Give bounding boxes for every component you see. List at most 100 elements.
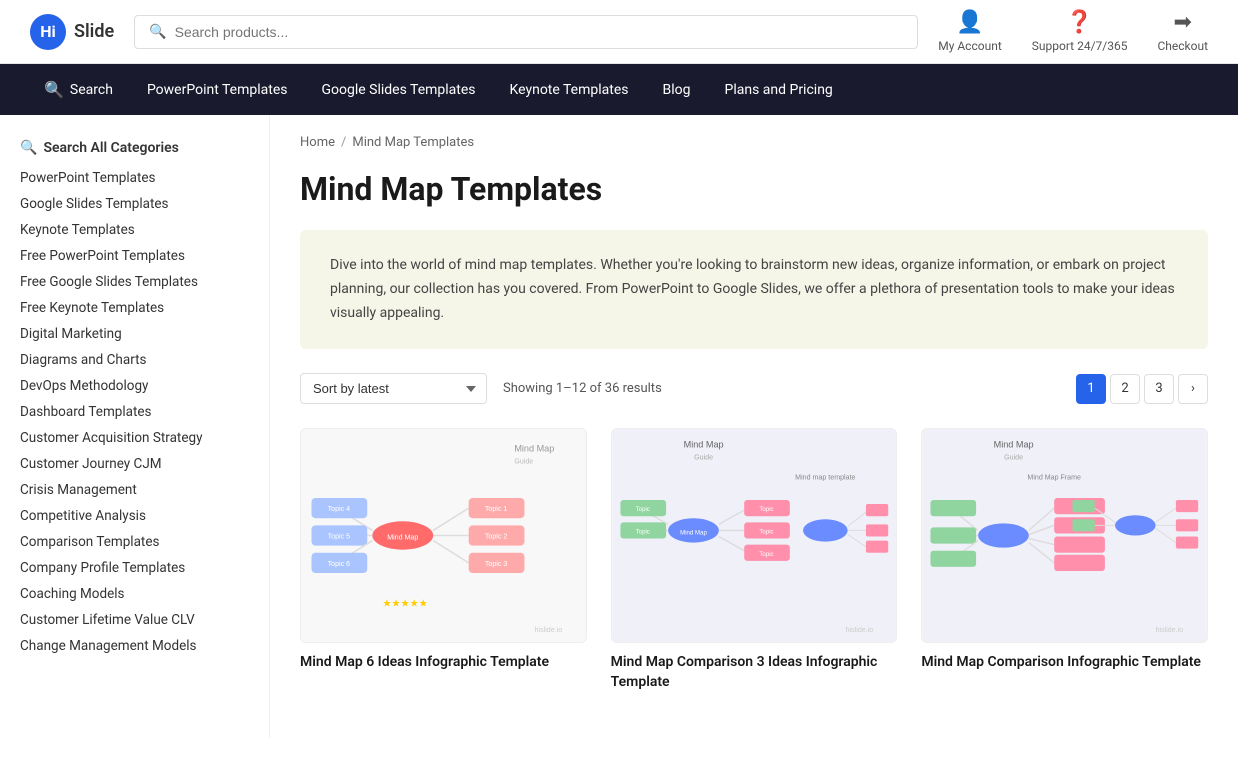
logo-circle: Hi — [30, 14, 66, 50]
product-card-1[interactable]: Mind Map Guide Mind Map Topic 1 Topic 2 — [300, 428, 587, 692]
svg-text:Mind Map: Mind Map — [514, 444, 554, 454]
nav-blog-label: Blog — [663, 82, 691, 98]
support-label: Support 24/7/365 — [1032, 39, 1128, 53]
product-thumbnail-2: Mind Map Guide Mind Map Topic Topic — [612, 429, 897, 642]
pagination: 1 2 3 › — [1076, 374, 1208, 404]
account-icon: 👤 — [956, 10, 983, 35]
sidebar-item-customer-acquisition[interactable]: Customer Acquisition Strategy — [20, 425, 249, 451]
site-logo[interactable]: Hi Slide — [30, 14, 114, 50]
sidebar-item-free-ppt[interactable]: Free PowerPoint Templates — [20, 243, 249, 269]
nav-powerpoint-label: PowerPoint Templates — [147, 82, 288, 98]
support-button[interactable]: ❓ Support 24/7/365 — [1032, 10, 1128, 53]
header-actions: 👤 My Account ❓ Support 24/7/365 ➡ Checko… — [938, 10, 1208, 53]
page-3-button[interactable]: 3 — [1144, 374, 1174, 404]
page-next-button[interactable]: › — [1178, 374, 1208, 404]
sort-select[interactable]: Sort by latest Sort by popularity Sort b… — [300, 373, 487, 404]
nav-powerpoint[interactable]: PowerPoint Templates — [133, 66, 302, 114]
svg-text:Mind Map: Mind Map — [680, 530, 707, 537]
nav-search[interactable]: 🔍 Search — [30, 64, 127, 115]
sidebar-item-devops[interactable]: DevOps Methodology — [20, 373, 249, 399]
search-input[interactable] — [175, 24, 904, 40]
product-thumbnail-1: Mind Map Guide Mind Map Topic 1 Topic 2 — [301, 429, 586, 642]
sidebar-item-digital-marketing[interactable]: Digital Marketing — [20, 321, 249, 347]
sidebar-item-competitive[interactable]: Competitive Analysis — [20, 503, 249, 529]
breadcrumb-separator: / — [341, 135, 346, 150]
product-grid: Mind Map Guide Mind Map Topic 1 Topic 2 — [300, 428, 1208, 692]
page-title: Mind Map Templates — [300, 170, 1208, 208]
sidebar-item-comparison[interactable]: Comparison Templates — [20, 529, 249, 555]
svg-text:Topic: Topic — [759, 551, 773, 558]
main-layout: 🔍 Search All Categories PowerPoint Templ… — [0, 115, 1238, 738]
page-1-button[interactable]: 1 — [1076, 374, 1106, 404]
svg-text:hislide.io: hislide.io — [1156, 626, 1184, 634]
support-icon: ❓ — [1066, 10, 1093, 35]
svg-text:Topic: Topic — [759, 529, 773, 536]
product-image-1: Mind Map Guide Mind Map Topic 1 Topic 2 — [300, 428, 587, 643]
page-2-button[interactable]: 2 — [1110, 374, 1140, 404]
checkout-button[interactable]: ➡ Checkout — [1157, 10, 1208, 53]
svg-text:hislide.io: hislide.io — [535, 626, 563, 634]
search-bar[interactable]: 🔍 — [134, 15, 918, 49]
svg-text:Mind map template: Mind map template — [795, 474, 855, 482]
svg-text:Guide: Guide — [1005, 454, 1024, 462]
breadcrumb-home[interactable]: Home — [300, 135, 335, 150]
sidebar: 🔍 Search All Categories PowerPoint Templ… — [0, 115, 270, 738]
svg-text:Topic 1: Topic 1 — [485, 506, 507, 514]
svg-text:Guide: Guide — [514, 458, 533, 466]
logo-text: Slide — [74, 21, 114, 42]
sidebar-item-coaching[interactable]: Coaching Models — [20, 581, 249, 607]
svg-text:Topic 2: Topic 2 — [485, 533, 507, 541]
nav-keynote-label: Keynote Templates — [510, 82, 629, 98]
sidebar-item-diagrams[interactable]: Diagrams and Charts — [20, 347, 249, 373]
product-title-1: Mind Map 6 Ideas Infographic Template — [300, 653, 587, 673]
nav-blog[interactable]: Blog — [649, 66, 705, 114]
breadcrumb: Home / Mind Map Templates — [300, 135, 1208, 150]
sidebar-item-free-keynote[interactable]: Free Keynote Templates — [20, 295, 249, 321]
sidebar-item-keynote[interactable]: Keynote Templates — [20, 217, 249, 243]
svg-text:Mind Map: Mind Map — [994, 440, 1034, 450]
svg-text:Mind Map: Mind Map — [683, 440, 723, 450]
nav-keynote[interactable]: Keynote Templates — [496, 66, 643, 114]
svg-text:Guide: Guide — [694, 454, 713, 462]
sidebar-item-change-mgmt[interactable]: Change Management Models — [20, 633, 249, 659]
my-account-button[interactable]: 👤 My Account — [938, 10, 1002, 53]
sidebar-search-all[interactable]: 🔍 Search All Categories — [20, 135, 249, 161]
svg-text:★★★★★: ★★★★★ — [382, 599, 427, 610]
search-icon: 🔍 — [149, 24, 166, 40]
svg-text:Topic 4: Topic 4 — [328, 506, 350, 514]
sidebar-item-company-profile[interactable]: Company Profile Templates — [20, 555, 249, 581]
main-nav: 🔍 Search PowerPoint Templates Google Sli… — [0, 64, 1238, 115]
checkout-icon: ➡ — [1174, 10, 1192, 35]
svg-text:Topic 6: Topic 6 — [328, 560, 350, 568]
showing-text: Showing 1–12 of 36 results — [503, 381, 1060, 396]
sidebar-item-clv[interactable]: Customer Lifetime Value CLV — [20, 607, 249, 633]
product-card-2[interactable]: Mind Map Guide Mind Map Topic Topic — [611, 428, 898, 692]
svg-text:Mind Map Frame: Mind Map Frame — [1028, 474, 1082, 482]
nav-plans[interactable]: Plans and Pricing — [710, 66, 846, 114]
site-header: Hi Slide 🔍 👤 My Account ❓ Support 24/7/3… — [0, 0, 1238, 64]
description-box: Dive into the world of mind map template… — [300, 230, 1208, 349]
sort-bar: Sort by latest Sort by popularity Sort b… — [300, 373, 1208, 404]
product-title-2: Mind Map Comparison 3 Ideas Infographic … — [611, 653, 898, 692]
product-thumbnail-3: Mind Map Guide — [922, 429, 1207, 642]
magnifier-icon: 🔍 — [44, 80, 64, 99]
sidebar-item-free-google[interactable]: Free Google Slides Templates — [20, 269, 249, 295]
svg-text:Topic 5: Topic 5 — [328, 533, 350, 541]
sidebar-item-google-slides[interactable]: Google Slides Templates — [20, 191, 249, 217]
main-content: Home / Mind Map Templates Mind Map Templ… — [270, 115, 1238, 738]
sidebar-item-dashboard[interactable]: Dashboard Templates — [20, 399, 249, 425]
nav-google-slides[interactable]: Google Slides Templates — [307, 66, 489, 114]
sidebar-item-customer-journey[interactable]: Customer Journey CJM — [20, 451, 249, 477]
nav-search-label: Search — [70, 82, 113, 98]
svg-text:Topic 3: Topic 3 — [485, 560, 507, 568]
sidebar-item-powerpoint[interactable]: PowerPoint Templates — [20, 165, 249, 191]
nav-plans-label: Plans and Pricing — [724, 82, 832, 98]
search-all-icon: 🔍 — [20, 140, 37, 156]
product-image-3: Mind Map Guide — [921, 428, 1208, 643]
sidebar-item-crisis[interactable]: Crisis Management — [20, 477, 249, 503]
svg-text:hislide.io: hislide.io — [845, 626, 873, 634]
breadcrumb-current: Mind Map Templates — [352, 135, 474, 150]
svg-text:Topic: Topic — [635, 529, 649, 536]
product-image-2: Mind Map Guide Mind Map Topic Topic — [611, 428, 898, 643]
product-card-3[interactable]: Mind Map Guide — [921, 428, 1208, 692]
